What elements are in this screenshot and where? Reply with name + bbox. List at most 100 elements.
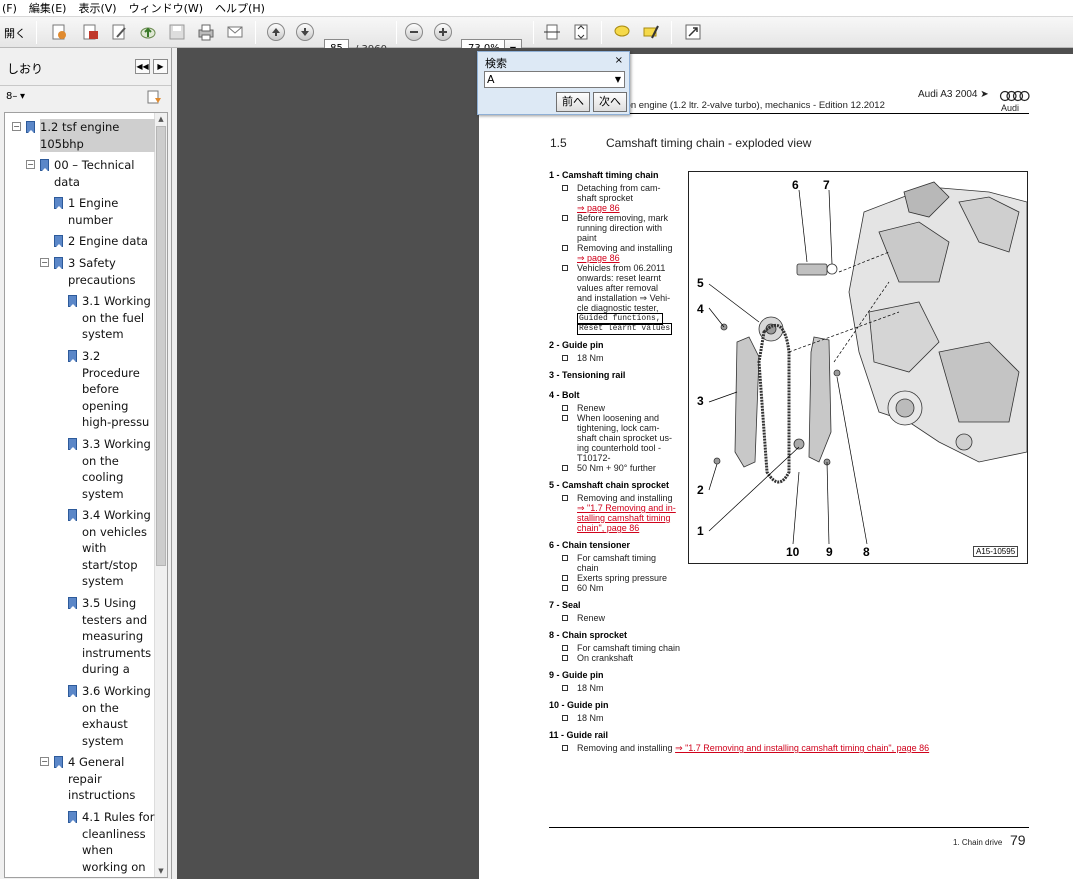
bullet-checkbox (562, 745, 568, 751)
bookmarks-tools: 8– ▾ (0, 86, 171, 110)
callout-10: 10 (786, 545, 800, 559)
figure-code: A15-10595 (973, 546, 1019, 557)
bookmark-item[interactable]: 4.1 Rules for cleanliness when working o… (82, 809, 155, 877)
part-detail: On crankshaft (577, 653, 634, 663)
part-detail: Removing and installing (577, 493, 673, 503)
scroll-thumb[interactable] (156, 126, 166, 566)
bullet-checkbox (562, 245, 568, 251)
open-button[interactable]: 開く (4, 25, 26, 41)
page-header-brand: Audi (1001, 103, 1020, 113)
menu-help[interactable]: ヘルプ(H) (215, 0, 265, 16)
expand-toggle-icon[interactable]: − (26, 160, 35, 169)
part-detail: tightening, lock cam- (577, 423, 660, 433)
bookmark-item[interactable]: 3.2 Procedure before opening high-pressu (82, 348, 155, 431)
cross-reference-link[interactable]: chain", page 86 (577, 523, 639, 533)
part-detail[interactable]: Removing and installing ⇒ "1.7 Removing … (577, 743, 929, 753)
fullscreen-icon[interactable] (682, 21, 704, 43)
chevron-down-icon[interactable]: ▾ (20, 91, 25, 102)
search-input[interactable]: A ▼ (484, 71, 625, 88)
print-icon[interactable] (195, 21, 217, 43)
bookmark-icon (54, 235, 63, 247)
expand-toggle-icon[interactable]: − (40, 757, 49, 766)
search-prev-button[interactable]: 前へ (556, 92, 590, 112)
expand-toggle-icon[interactable]: − (12, 122, 21, 131)
bookmark-item[interactable]: 00 – Technical data (54, 157, 155, 190)
part-detail: values after removal (577, 283, 659, 293)
toolbar-separator (533, 21, 534, 44)
cross-reference-link[interactable]: ⇒ "1.7 Removing and in- (577, 503, 676, 513)
bookmark-item[interactable]: 3.6 Working on the exhaust system (82, 683, 155, 749)
bullet-checkbox (562, 465, 568, 471)
part-heading: 5 - Camshaft chain sprocket (549, 480, 670, 490)
bookmark-item[interactable]: 3.3 Working on the cooling system (82, 436, 155, 502)
create-pdf-icon[interactable] (48, 21, 70, 43)
bookmark-item[interactable]: 3.4 Working on vehicles with start/stop … (82, 507, 155, 590)
exploded-view-figure: 6 7 5 4 3 2 1 10 9 8 A15-10595 (688, 171, 1028, 564)
part-detail: paint (577, 233, 597, 243)
page-header-model: Audi A3 2004 ➤ (918, 89, 989, 100)
bookmark-icon (54, 197, 63, 209)
email-icon[interactable] (224, 21, 246, 43)
bullet-checkbox (562, 185, 568, 191)
menu-view[interactable]: 表示(V) (78, 0, 116, 16)
bookmark-item[interactable]: 1.2 tsf engine 105bhp (40, 119, 155, 153)
menu-file[interactable]: (F) (2, 2, 17, 15)
bookmark-expand-icon[interactable] (146, 89, 162, 108)
bookmark-item[interactable]: 1 Engine number (68, 195, 155, 228)
section-number: 1.5 (550, 136, 567, 150)
zoom-in-button[interactable] (432, 21, 454, 43)
bookmark-tree: ▲ ▼ −1.2 tsf engine 105bhp −00 – Technica… (4, 112, 168, 878)
bookmarks-header: しおり ◀◀ ▶ (0, 48, 171, 86)
bookmark-item[interactable]: 2 Engine data (68, 233, 155, 250)
chevron-right-icon: ▶ (157, 62, 164, 71)
cross-reference-link[interactable]: ⇒ page 86 (577, 253, 620, 263)
expand-toggle-icon[interactable]: − (40, 258, 49, 267)
part-detail: For camshaft timing chain (577, 643, 681, 653)
bookmark-item[interactable]: 3.5 Using testers and measuring instrume… (82, 595, 155, 678)
arrow-down-icon (296, 23, 314, 41)
part-heading: 10 - Guide pin (549, 700, 609, 710)
callout-6: 6 (792, 178, 799, 192)
bookmark-icon (68, 509, 77, 521)
comment-icon[interactable] (611, 21, 633, 43)
minus-icon (405, 23, 423, 41)
next-page-button[interactable] (294, 21, 316, 43)
bookmark-scrollbar[interactable]: ▲ ▼ (154, 113, 167, 877)
prev-page-button[interactable] (265, 21, 287, 43)
convert-icon[interactable] (79, 21, 101, 43)
fit-page-icon[interactable] (570, 21, 592, 43)
part-heading: 6 - Chain tensioner (549, 540, 631, 550)
fit-width-icon[interactable] (541, 21, 563, 43)
menu-edit[interactable]: 編集(E) (29, 0, 67, 16)
save-icon[interactable] (166, 21, 188, 43)
bookmark-item[interactable]: 3 Safety precautions (68, 255, 155, 288)
zoom-out-button[interactable] (403, 21, 425, 43)
bullet-checkbox (562, 405, 568, 411)
callout-4: 4 (697, 302, 704, 316)
chevron-down-icon[interactable]: ▼ (615, 72, 621, 87)
bullet-checkbox (562, 495, 568, 501)
part-detail: Exerts spring pressure (577, 573, 668, 583)
edit-doc-icon[interactable] (108, 21, 130, 43)
bookmark-options-button[interactable]: 8– (6, 91, 17, 102)
pane-menu-button[interactable]: ▶ (153, 59, 168, 74)
cloud-upload-icon[interactable] (137, 21, 159, 43)
callout-7: 7 (823, 178, 830, 192)
part-detail: Removing and installing (577, 243, 673, 253)
collapse-pane-button[interactable]: ◀◀ (135, 59, 150, 74)
cross-reference-link[interactable]: ⇒ page 86 (577, 203, 620, 213)
scroll-down-icon[interactable]: ▼ (155, 865, 167, 877)
part-heading: 1 - Camshaft timing chain (549, 170, 659, 180)
part-detail: Before removing, mark (577, 213, 669, 223)
close-icon[interactable]: × (615, 55, 623, 66)
search-next-button[interactable]: 次へ (593, 92, 627, 112)
part-detail: and installation ⇒ Vehi- (577, 293, 671, 303)
part-detail: shaft chain sprocket us- (577, 433, 673, 443)
cross-reference-link[interactable]: stalling camshaft timing (577, 513, 671, 523)
bookmark-item[interactable]: 4 General repair instructions (68, 754, 155, 804)
part-heading: 8 - Chain sprocket (549, 630, 628, 640)
bookmark-item[interactable]: 3.1 Working on the fuel system (82, 293, 155, 343)
menu-window[interactable]: ウィンドウ(W) (129, 0, 203, 16)
highlight-icon[interactable] (640, 21, 662, 43)
scroll-up-icon[interactable]: ▲ (155, 113, 167, 125)
